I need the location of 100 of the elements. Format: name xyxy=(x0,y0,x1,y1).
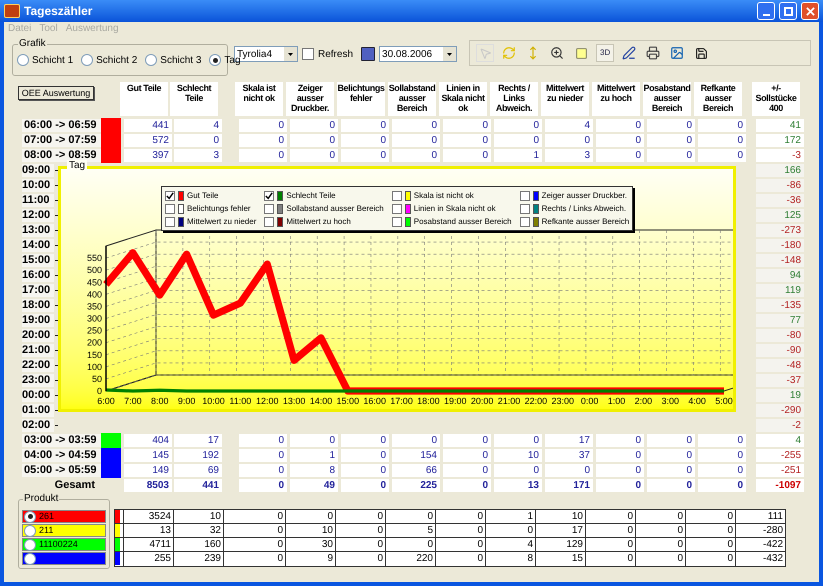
date-combobox[interactable]: 30.08.2006 xyxy=(379,46,458,62)
column-header: Belichtungs fehler xyxy=(337,82,385,116)
time-label: 22:00 xyxy=(22,359,54,372)
table-cell: 0 xyxy=(585,538,635,551)
balance-cell: -3 xyxy=(756,149,804,162)
radio-button[interactable] xyxy=(24,552,36,564)
x-tick-label: 10:00 xyxy=(202,396,225,406)
maximize-icon[interactable] xyxy=(779,2,797,20)
balance-cell: 172 xyxy=(756,134,804,147)
3d-toggle-button[interactable]: 3D xyxy=(596,44,614,62)
time-label: 00:00 xyxy=(22,389,54,402)
y-tick-label: 150 xyxy=(86,350,102,360)
balance-cell: -251 xyxy=(756,464,804,477)
y-tick-label: 100 xyxy=(86,362,102,372)
tick-mark xyxy=(55,275,58,276)
legend-checkbox[interactable] xyxy=(165,216,175,226)
column-header: Rechts / Links Abweich. xyxy=(490,82,538,116)
value-cell: 0 xyxy=(698,134,746,147)
table-cell: -432 xyxy=(735,552,785,566)
radio-button[interactable] xyxy=(81,54,94,66)
value-cell: 0 xyxy=(341,149,389,162)
radio-button[interactable] xyxy=(24,524,36,536)
value-cell: 0 xyxy=(698,479,746,492)
product-option[interactable]: 11100224 xyxy=(22,538,106,551)
product-option[interactable]: 261 xyxy=(22,510,106,523)
x-tick-label: 1:00 xyxy=(608,396,626,406)
balance-cell: 19 xyxy=(756,389,804,402)
balance-cell: 4 xyxy=(756,434,804,447)
x-tick-label: 5:00 xyxy=(715,396,733,406)
radio-button[interactable] xyxy=(17,54,29,66)
legend-label: Posabstand ausser Bereich xyxy=(414,216,512,226)
value-cell: 0 xyxy=(647,434,695,447)
balance-cell: -273 xyxy=(756,224,804,237)
close-icon[interactable] xyxy=(801,2,819,20)
x-tick-label: 9:00 xyxy=(178,396,196,406)
legend-checkbox[interactable] xyxy=(520,190,530,200)
legend-checkbox[interactable] xyxy=(392,204,402,214)
product-option[interactable]: 211 xyxy=(22,524,106,537)
value-cell: 0 xyxy=(443,119,491,132)
oee-button[interactable]: OEE Auswertung xyxy=(18,86,94,100)
value-cell: 0 xyxy=(239,479,287,492)
legend-checkbox[interactable] xyxy=(264,216,274,226)
legend-checkbox[interactable] xyxy=(520,204,530,214)
value-cell: 0 xyxy=(647,479,695,492)
legend-checkbox[interactable] xyxy=(392,216,402,226)
column-header: Refkante ausser Bereich xyxy=(694,82,742,116)
x-tick-label: 23:00 xyxy=(552,396,574,406)
radio-button[interactable] xyxy=(24,510,36,522)
value-cell: 0 xyxy=(290,434,338,447)
tick-mark xyxy=(55,425,58,426)
printer-icon[interactable] xyxy=(644,44,662,62)
table-cell: 10 xyxy=(535,510,585,523)
value-cell: 37 xyxy=(545,449,593,462)
tick-mark xyxy=(55,230,58,231)
value-cell: 1 xyxy=(494,149,542,162)
value-cell: 171 xyxy=(545,479,593,492)
table-cell: 0 xyxy=(335,510,385,523)
radio-button[interactable] xyxy=(209,54,222,66)
tick-mark xyxy=(55,260,58,261)
legend-checkbox[interactable] xyxy=(165,190,175,200)
table-cell: 160 xyxy=(173,538,223,551)
value-cell: 0 xyxy=(290,149,338,162)
radio-button[interactable] xyxy=(145,54,158,66)
refresh-checkbox[interactable] xyxy=(302,48,314,60)
x-tick-label: 7:00 xyxy=(124,396,142,406)
legend-checkbox[interactable] xyxy=(392,190,402,200)
tick-mark xyxy=(55,185,58,186)
value-cell: 192 xyxy=(174,449,222,462)
edit-chart-icon[interactable] xyxy=(620,44,638,62)
value-cell: 0 xyxy=(443,149,491,162)
y-tick-label: 250 xyxy=(86,326,102,336)
legend-label: Sollabstand ausser Bereich xyxy=(286,204,384,214)
legend-checkbox[interactable] xyxy=(165,204,175,214)
balance-cell: -86 xyxy=(756,179,804,192)
value-cell: 145 xyxy=(124,449,172,462)
table-cell: 1 xyxy=(485,510,535,523)
legend-label: Rechts / Links Abweich. xyxy=(542,204,626,214)
y-tick-label: 350 xyxy=(86,301,102,312)
legend-label: Mittelwert zu hoch xyxy=(286,216,351,226)
legend-checkbox[interactable] xyxy=(264,190,274,200)
x-tick-label: 19:00 xyxy=(444,396,467,406)
calendar-icon[interactable] xyxy=(361,47,376,61)
column-header: Zeiger ausser Druckber. xyxy=(286,82,334,116)
legend-checkbox[interactable] xyxy=(264,204,274,214)
value-cell: 0 xyxy=(392,149,440,162)
product-label: 211 xyxy=(39,525,54,536)
x-tick-label: 21:00 xyxy=(498,396,520,406)
value-cell: 0 xyxy=(341,449,389,462)
balance-cell: -90 xyxy=(756,344,804,357)
table-cell: 0 xyxy=(435,510,485,523)
radio-label: Schicht 2 xyxy=(96,54,138,68)
table-cell: 4 xyxy=(485,538,535,551)
product-option[interactable] xyxy=(22,552,106,565)
table-cell: 0 xyxy=(435,552,485,566)
minimize-icon[interactable] xyxy=(757,2,775,20)
x-tick-label: 14:00 xyxy=(310,396,332,406)
tick-mark xyxy=(55,350,58,351)
legend-checkbox[interactable] xyxy=(520,216,530,226)
radio-button[interactable] xyxy=(24,538,36,550)
x-tick-label: 0:00 xyxy=(580,396,598,406)
